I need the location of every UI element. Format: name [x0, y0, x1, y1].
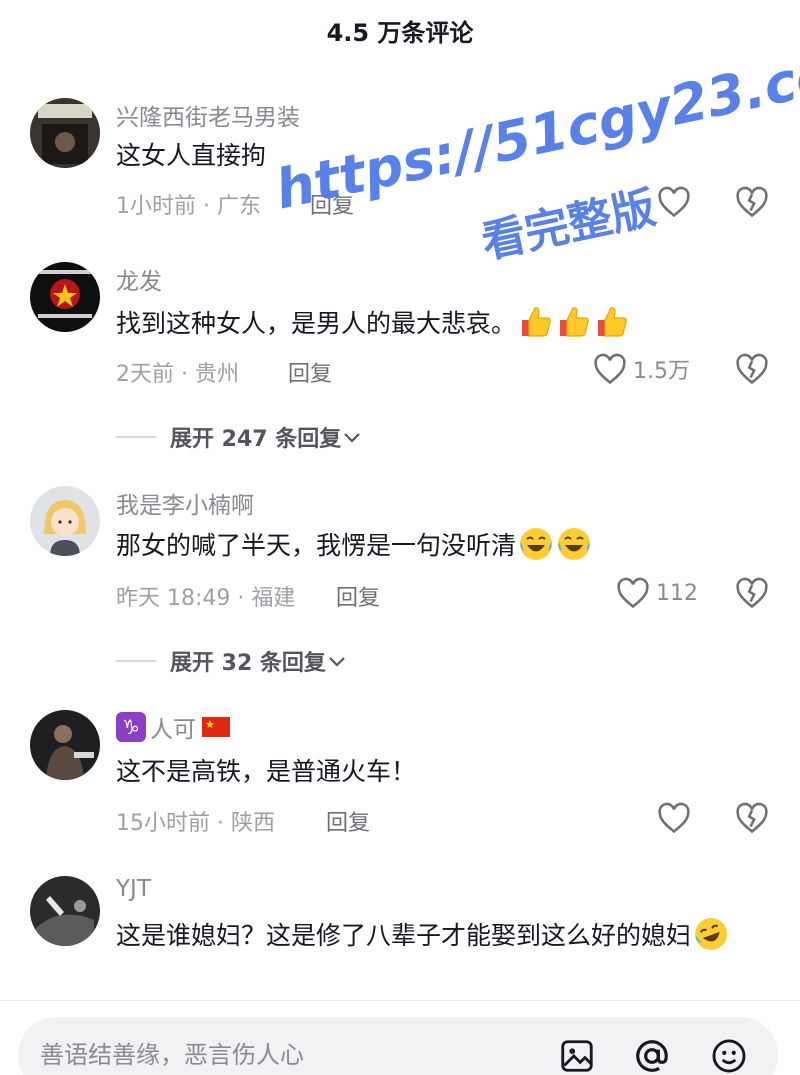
- avatar[interactable]: [30, 98, 100, 168]
- laugh-cry-emoji: [520, 528, 553, 560]
- reply-button[interactable]: 回复: [288, 356, 332, 388]
- rolling-laugh-emoji: [695, 918, 728, 950]
- heart-outline-icon: [594, 353, 626, 385]
- comment-text: 这女人直接拘: [116, 136, 764, 176]
- comment-text-body: 那女的喊了半天，我愣是一句没听清: [116, 531, 517, 560]
- comment-meta: 昨天 18:49 · 福建: [116, 586, 296, 611]
- like-button[interactable]: [657, 802, 691, 834]
- heart-outline-icon: [658, 186, 690, 218]
- comment-item: ♑ 人可 这不是高铁，是普通火车！ 15小时前 · 陕西 回复: [0, 706, 800, 856]
- username[interactable]: 龙发: [116, 262, 162, 296]
- comment-item: 我是李小楠啊 那女的喊了半天，我愣是一句没听清 昨天 18:49 · 福建 回复…: [0, 482, 800, 682]
- avatar[interactable]: [30, 262, 100, 332]
- china-flag-icon: [202, 717, 230, 737]
- broken-heart-icon: [736, 186, 768, 218]
- like-button[interactable]: [657, 186, 691, 218]
- comments-header: 4.5 万条评论: [0, 0, 800, 60]
- comment-item: YJT 这是谁媳妇？这是修了八辈子才能娶到这么好的媳妇: [0, 874, 800, 1004]
- comment-input[interactable]: [40, 1037, 520, 1073]
- avatar[interactable]: [30, 486, 100, 556]
- expand-divider: [116, 660, 156, 662]
- username[interactable]: 兴隆西街老马男装: [116, 98, 300, 132]
- comment-item: 兴隆西街老马男装 这女人直接拘 1小时前 · 广东 回复: [0, 90, 800, 240]
- comment-item: 龙发 找到这种女人，是男人的最大悲哀。 2天前 · 贵州 回复 1.5万 展开 …: [0, 258, 800, 458]
- smiley-icon[interactable]: [710, 1037, 748, 1075]
- reply-button[interactable]: 回复: [336, 580, 380, 612]
- dislike-button[interactable]: [735, 802, 769, 838]
- expand-replies-button[interactable]: 展开 247 条回复: [116, 421, 363, 453]
- username-text: 人可: [150, 717, 196, 743]
- expand-replies-button[interactable]: 展开 32 条回复: [116, 645, 348, 677]
- avatar[interactable]: [30, 876, 100, 946]
- like-count: 1.5万: [633, 359, 690, 384]
- comment-text-body: 这不是高铁，是普通火车！: [116, 757, 417, 786]
- thumbs-up-emoji: [522, 307, 551, 337]
- at-icon[interactable]: [633, 1037, 671, 1075]
- comment-text-body: 找到这种女人，是男人的最大悲哀。: [116, 309, 517, 338]
- heart-outline-icon: [617, 577, 649, 609]
- reply-button[interactable]: 回复: [310, 188, 354, 220]
- thumbs-up-emoji: [560, 307, 589, 337]
- comment-meta: 2天前 · 贵州: [116, 362, 239, 387]
- dislike-button[interactable]: [735, 353, 769, 389]
- comment-text: 这不是高铁，是普通火车！: [116, 752, 764, 792]
- chevron-down-icon: [329, 657, 345, 667]
- chevron-down-icon: [344, 433, 361, 443]
- thumbs-up-emoji: [598, 307, 627, 337]
- expand-replies-label: 展开 32 条回复: [170, 651, 326, 676]
- broken-heart-icon: [736, 802, 768, 834]
- image-icon[interactable]: [558, 1037, 596, 1075]
- dislike-button[interactable]: [735, 186, 769, 222]
- avatar[interactable]: [30, 710, 100, 780]
- comment-text-body: 这是谁媳妇？这是修了八辈子才能娶到这么好的媳妇: [116, 921, 692, 950]
- broken-heart-icon: [736, 353, 768, 385]
- comment-text-body: 这女人直接拘: [116, 141, 267, 170]
- like-button[interactable]: 1.5万: [593, 353, 690, 385]
- comment-text: 这是谁媳妇？这是修了八辈子才能娶到这么好的媳妇: [116, 916, 764, 956]
- comment-meta: 1小时前 · 广东: [116, 194, 261, 219]
- laugh-cry-emoji: [558, 528, 591, 560]
- comment-count-title: 4.5 万条评论: [326, 18, 474, 47]
- username[interactable]: 我是李小楠啊: [116, 486, 254, 520]
- username[interactable]: ♑ 人可: [116, 710, 230, 744]
- expand-replies-label: 展开 247 条回复: [170, 427, 342, 452]
- reply-button[interactable]: 回复: [326, 805, 370, 837]
- broken-heart-icon: [736, 577, 768, 609]
- zodiac-badge: ♑: [116, 712, 146, 742]
- like-count: 112: [656, 580, 698, 606]
- dislike-button[interactable]: [735, 577, 769, 613]
- comment-text: 找到这种女人，是男人的最大悲哀。: [116, 304, 764, 344]
- heart-outline-icon: [658, 802, 690, 834]
- comment-input-bar: [0, 1000, 800, 1075]
- expand-divider: [116, 436, 156, 438]
- username[interactable]: YJT: [116, 876, 151, 902]
- comment-text: 那女的喊了半天，我愣是一句没听清: [116, 526, 764, 566]
- like-button[interactable]: 112: [616, 577, 698, 609]
- comment-meta: 15小时前 · 陕西: [116, 811, 275, 836]
- comment-input-container[interactable]: [18, 1017, 778, 1075]
